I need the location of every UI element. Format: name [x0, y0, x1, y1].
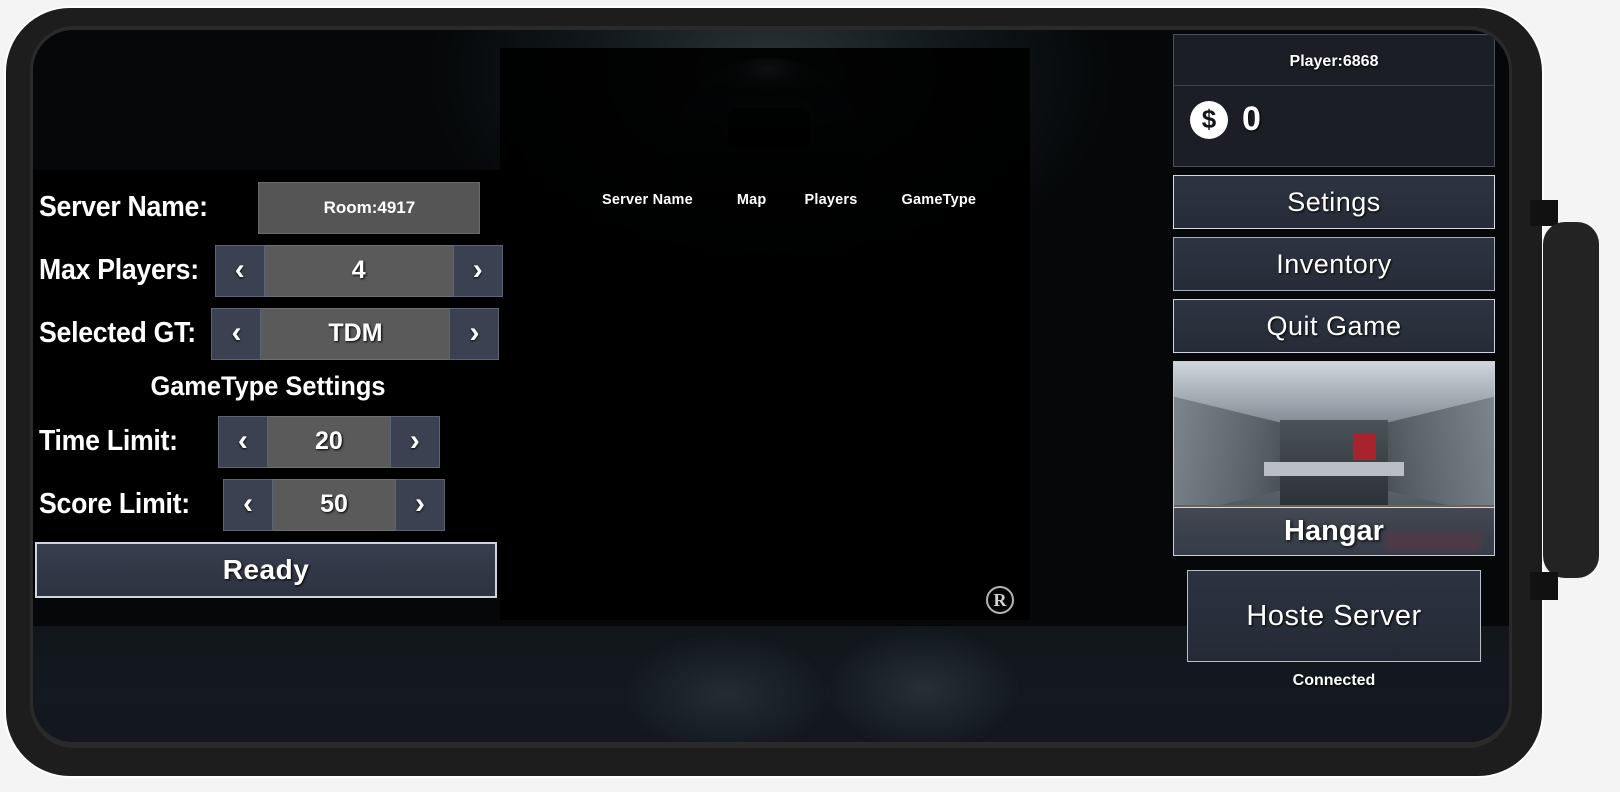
max-players-stepper: ‹ 4 ›: [214, 244, 503, 297]
coin-icon: $: [1190, 100, 1228, 139]
ready-button[interactable]: Ready: [35, 542, 497, 598]
server-list-header: Server Name Map Players GameType: [500, 184, 1030, 216]
max-players-value: 4: [264, 244, 453, 297]
score-limit-increment-button[interactable]: ›: [395, 478, 445, 531]
time-limit-label: Time Limit:: [39, 425, 178, 457]
device-frame: Server Name Map Players GameType R Serve…: [0, 0, 1620, 792]
time-limit-row: Time Limit: ‹ 20 ›: [33, 410, 503, 473]
column-header-server-name: Server Name: [602, 192, 693, 208]
score-limit-stepper: ‹ 50 ›: [223, 478, 445, 531]
server-name-row: Server Name: Room:4917: [33, 176, 503, 239]
score-limit-value: 50: [273, 478, 395, 531]
column-header-players: Players: [804, 192, 858, 208]
max-players-row: Max Players: ‹ 4 ›: [33, 239, 503, 302]
column-header-gametype: GameType: [901, 192, 977, 208]
settings-button[interactable]: Setings: [1173, 175, 1495, 229]
score-limit-decrement-button[interactable]: ‹: [223, 478, 273, 531]
host-settings-panel: Server Name: Room:4917 Max Players: ‹ 4 …: [33, 170, 503, 598]
registered-trademark-icon: R: [986, 586, 1014, 614]
max-players-increment-button[interactable]: ›: [452, 244, 503, 297]
bezel-gap-bottom: [1530, 572, 1558, 600]
map-art-platform: [1263, 462, 1405, 476]
right-panel: Player:6868 $ 0 Setings Inventory Quit G…: [1173, 34, 1495, 690]
column-header-map: Map: [736, 192, 767, 208]
score-limit-row: Score Limit: ‹ 50 ›: [33, 473, 503, 536]
quit-game-button[interactable]: Quit Game: [1173, 299, 1495, 353]
phone-side-button[interactable]: [1543, 222, 1599, 578]
max-players-decrement-button[interactable]: ‹: [214, 244, 265, 297]
background-soldier-art: [585, 620, 1055, 742]
map-art-red-marker: [1353, 433, 1376, 461]
time-limit-value: 20: [267, 415, 390, 468]
score-limit-label: Score Limit:: [39, 488, 190, 520]
game-screen: Server Name Map Players GameType R Serve…: [33, 30, 1509, 742]
host-server-button[interactable]: Hoste Server: [1187, 570, 1481, 662]
inventory-button[interactable]: Inventory: [1173, 237, 1495, 291]
server-browser-panel: Server Name Map Players GameType R: [500, 48, 1030, 620]
player-id-label: Player:6868: [1289, 53, 1379, 70]
currency-amount: 0: [1242, 100, 1262, 138]
map-name-label: Hangar: [1174, 507, 1494, 555]
time-limit-decrement-button[interactable]: ‹: [217, 415, 268, 468]
gametype-decrement-button[interactable]: ‹: [211, 307, 262, 360]
server-name-input[interactable]: Room:4917: [258, 181, 481, 234]
time-limit-stepper: ‹ 20 ›: [217, 415, 440, 468]
currency-row: $ 0: [1174, 86, 1494, 139]
server-name-label: Server Name:: [39, 191, 208, 223]
connection-status-label: Connected: [1292, 672, 1376, 689]
gametype-increment-button[interactable]: ›: [449, 307, 500, 360]
map-preview-thumbnail[interactable]: Hangar: [1173, 361, 1495, 556]
selected-gametype-stepper: ‹ TDM ›: [211, 307, 500, 360]
time-limit-increment-button[interactable]: ›: [389, 415, 440, 468]
bezel-gap-top: [1530, 200, 1558, 226]
gametype-value: TDM: [261, 307, 450, 360]
max-players-label: Max Players:: [39, 254, 199, 286]
server-list-body[interactable]: [500, 220, 1030, 618]
player-card: Player:6868 $ 0: [1173, 34, 1495, 167]
selected-gametype-label: Selected GT:: [39, 317, 196, 349]
gametype-settings-heading: GameType Settings: [150, 371, 386, 401]
selected-gametype-row: Selected GT: ‹ TDM ›: [33, 302, 503, 365]
